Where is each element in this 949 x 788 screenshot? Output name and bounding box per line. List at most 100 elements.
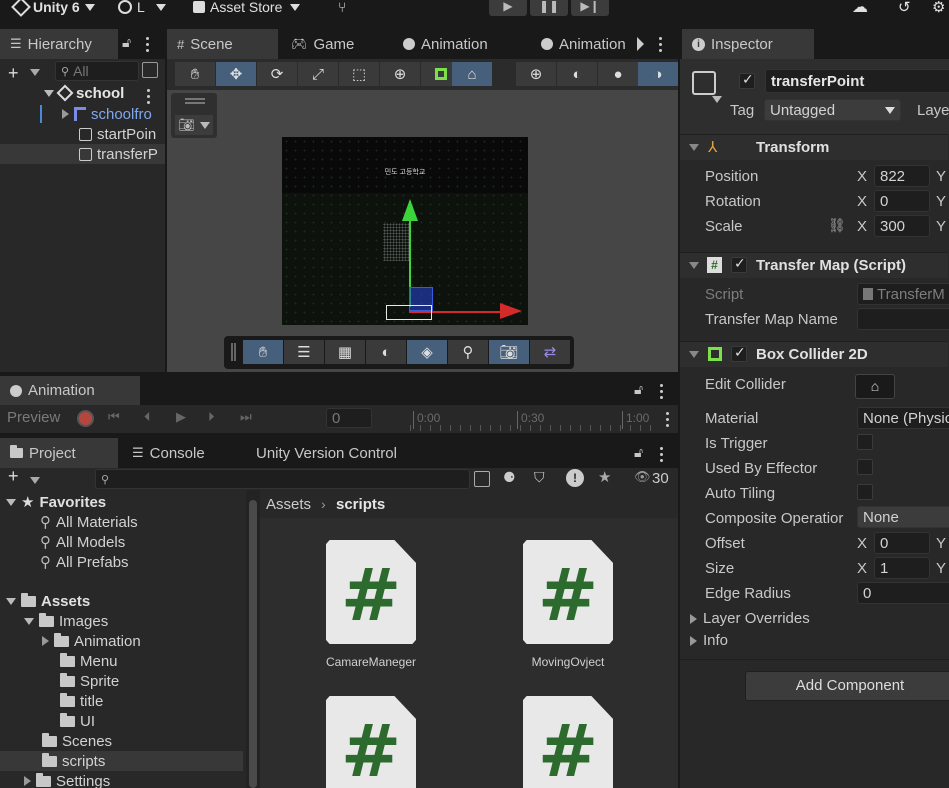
more-menu-icon[interactable] — [660, 384, 664, 399]
settings-icon[interactable]: ⚙ — [932, 0, 945, 16]
favorite-all-prefabs[interactable]: ⚲ All Prefabs — [40, 552, 129, 572]
hierarchy-search-input[interactable]: ⚲ All — [55, 61, 139, 81]
overlay-shading-button[interactable]: ◐ — [366, 340, 406, 364]
search-mode-icon[interactable] — [474, 471, 490, 487]
overlay-camera-button[interactable]: 📷︎ — [489, 340, 529, 364]
tab-overflow-icon[interactable] — [637, 37, 644, 51]
preview-button[interactable]: Preview — [7, 409, 60, 426]
hierarchy-item-startpoint[interactable]: startPoin — [79, 124, 165, 144]
frame-input[interactable]: 0 — [326, 408, 372, 428]
favorite-all-materials[interactable]: ⚲ All Materials — [40, 512, 138, 532]
constrain-proportions-icon[interactable]: ⛓︎ — [828, 217, 846, 234]
material-field[interactable]: None (Physic — [857, 407, 949, 429]
add-icon[interactable]: + — [8, 63, 19, 84]
is-trigger-checkbox[interactable] — [857, 434, 873, 450]
record-button[interactable] — [77, 410, 94, 427]
scale-x-field[interactable]: 300 — [874, 215, 930, 237]
transform-tool-button[interactable]: ⊕ — [380, 62, 420, 86]
scene-viewport[interactable]: 민도 고등학교 — [282, 137, 528, 325]
settings-folder[interactable]: Settings — [24, 771, 110, 788]
overlay-layers-button[interactable]: ◈ — [407, 340, 447, 364]
lock-icon[interactable]: 🔓︎ — [122, 34, 131, 51]
shading-button[interactable]: ◐ — [557, 62, 597, 86]
tab-animation-window[interactable]: Animation — [0, 376, 140, 405]
favorite-all-models[interactable]: ⚲ All Models — [40, 532, 125, 552]
tab-version-control[interactable]: Unity Version Control — [246, 438, 426, 468]
tab-animation[interactable]: Animation — [393, 29, 529, 59]
tab-inspector[interactable]: i Inspector — [682, 29, 814, 59]
script-asset-4[interactable]: # — [523, 696, 613, 788]
overlay-search-button[interactable]: ⚲ — [448, 340, 488, 364]
tab-hierarchy[interactable]: ☰ Hierarchy — [0, 29, 118, 59]
script-asset-3[interactable]: # — [326, 696, 416, 788]
edge-radius-field[interactable]: 0 — [857, 582, 949, 604]
transfer-map-enabled-checkbox[interactable] — [731, 255, 747, 273]
step-button[interactable]: ▶❙ — [571, 0, 609, 16]
star-icon[interactable]: ★ — [598, 468, 611, 486]
more-menu-icon[interactable] — [146, 37, 150, 52]
overlay-shuffle-button[interactable]: ⇄ — [530, 340, 570, 364]
visibility-icon[interactable]: 👁︎ — [634, 469, 651, 485]
rotation-x-field[interactable]: 0 — [874, 190, 930, 212]
box-collider-enabled-checkbox[interactable] — [731, 344, 747, 362]
breadcrumb-assets[interactable]: Assets — [266, 496, 311, 513]
images-folder[interactable]: Images — [24, 611, 108, 631]
2d-toggle-button[interactable]: ◑ — [638, 62, 678, 86]
prev-key-icon[interactable]: ⏴ — [144, 409, 151, 425]
script-asset-1[interactable]: # — [326, 540, 416, 644]
scene-more-icon[interactable] — [147, 89, 151, 104]
layer-overrides-foldout[interactable]: Layer Overrides — [690, 610, 810, 627]
scripts-folder[interactable]: scripts — [0, 751, 243, 771]
anim-more-icon[interactable] — [666, 412, 670, 427]
auto-tiling-checkbox[interactable] — [857, 484, 873, 500]
lighting-button[interactable]: ● — [598, 62, 638, 86]
camera-dropdown[interactable]: 📷︎ — [175, 115, 213, 135]
size-x-field[interactable]: 1 — [874, 557, 930, 579]
box-collider-header[interactable]: Box Collider 2D — [680, 341, 948, 367]
hierarchy-item-schoolfront[interactable]: schoolfro — [62, 104, 165, 124]
add-component-button[interactable]: Add Component — [745, 671, 949, 701]
animation-folder[interactable]: Animation — [42, 631, 141, 651]
ui-folder[interactable]: UI — [60, 711, 95, 731]
history-icon[interactable]: ↺ — [898, 0, 911, 16]
play-anim-icon[interactable]: ▶ — [176, 409, 186, 425]
overlay-grid-button[interactable]: ▦ — [325, 340, 365, 364]
transfer-map-header[interactable]: # Transfer Map (Script) — [680, 252, 948, 278]
first-key-icon[interactable]: ⏮ — [108, 409, 120, 425]
lock-icon[interactable]: 🔓︎ — [634, 381, 643, 398]
more-menu-icon[interactable] — [659, 37, 663, 52]
lock-icon[interactable]: 🔓︎ — [634, 444, 643, 461]
object-name-field[interactable]: transferPoint — [765, 69, 949, 93]
composite-operation-dropdown[interactable]: None — [857, 506, 949, 528]
label-filter-icon[interactable]: ⛉ — [534, 469, 545, 486]
script-field[interactable]: TransferM — [857, 283, 949, 305]
active-checkbox[interactable] — [739, 71, 755, 89]
hand-tool-button[interactable]: ✋︎ — [175, 62, 215, 86]
last-key-icon[interactable]: ⏭ — [240, 409, 252, 425]
add-icon[interactable]: + — [8, 466, 19, 487]
title-folder[interactable]: title — [60, 691, 103, 711]
overlay-sliders-button[interactable]: ☰ — [284, 340, 324, 364]
scenes-folder[interactable]: Scenes — [42, 731, 112, 751]
menu-folder[interactable]: Menu — [60, 651, 118, 671]
more-menu-icon[interactable] — [660, 447, 664, 462]
warning-filter-icon[interactable]: ! — [566, 469, 584, 487]
filter-icon[interactable] — [142, 62, 158, 78]
next-key-icon[interactable]: ⏵ — [208, 409, 215, 425]
position-x-field[interactable]: 822 — [874, 165, 930, 187]
tab-game[interactable]: 🎮︎ Game — [281, 29, 391, 59]
x-arrow-icon[interactable] — [500, 303, 522, 319]
asset-store-button[interactable]: Asset Store — [193, 0, 301, 16]
account-button[interactable]: L — [118, 0, 166, 16]
tab-project[interactable]: Project — [0, 438, 118, 468]
transfer-map-name-field[interactable] — [857, 308, 949, 330]
tag-dropdown[interactable]: Untagged — [764, 99, 901, 121]
y-arrow-icon[interactable] — [402, 199, 418, 221]
info-foldout[interactable]: Info — [690, 632, 728, 649]
cloud-icon[interactable]: ☁ — [852, 0, 868, 16]
used-by-effector-checkbox[interactable] — [857, 459, 873, 475]
tab-scene[interactable]: # Scene — [167, 29, 278, 59]
pause-button[interactable]: ❚❚ — [530, 0, 568, 16]
sprite-folder[interactable]: Sprite — [60, 671, 119, 691]
offset-x-field[interactable]: 0 — [874, 532, 930, 554]
